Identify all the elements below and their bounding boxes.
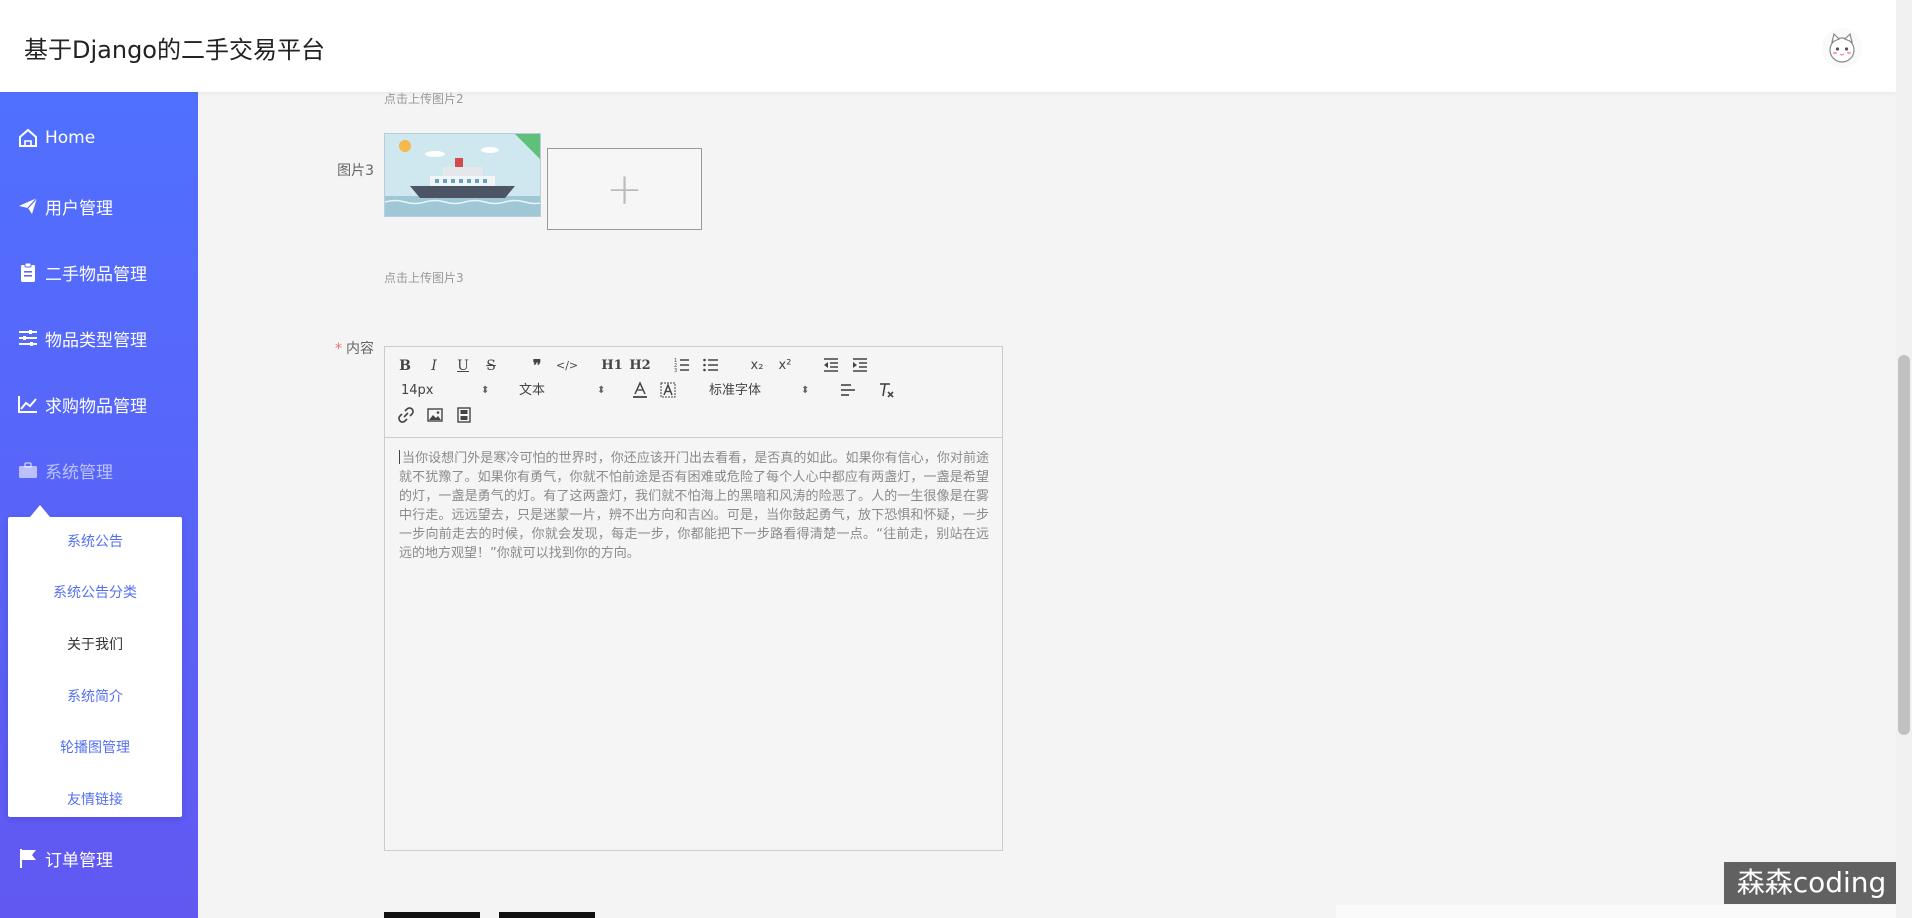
briefcase-icon <box>17 459 39 481</box>
sidebar-item-label: 物品类型管理 <box>45 330 147 351</box>
outdent-button[interactable] <box>822 356 840 376</box>
font-family-value: 标准字体 <box>709 383 762 398</box>
sidebar-item-users[interactable]: 用户管理 <box>0 173 198 239</box>
svg-text:3: 3 <box>674 368 677 374</box>
background-color-icon <box>660 382 676 398</box>
editor-content-text: 当你设想门外是寒冷可怕的世界时，你还应该开门出去看看，是否真的如此。如果你有信心… <box>399 451 989 561</box>
submenu-item-about[interactable]: 关于我们 <box>8 625 182 665</box>
content-label: * 内容 <box>320 338 374 358</box>
font-color-icon <box>633 381 647 398</box>
font-size-value: 14px <box>401 383 434 398</box>
sidebar-item-wanted[interactable]: 求购物品管理 <box>0 371 198 437</box>
plus-icon: + <box>606 163 643 215</box>
content-label-text: 内容 <box>346 341 374 357</box>
italic-button[interactable]: I <box>426 356 442 376</box>
required-mark: * <box>335 341 342 357</box>
select-arrows-icon: ⬍ <box>481 385 490 396</box>
blockquote-button[interactable]: ❞ <box>528 356 546 376</box>
chart-line-icon <box>17 393 39 415</box>
submenu-item-links[interactable]: 友情链接 <box>8 780 182 820</box>
underline-button[interactable]: U <box>455 356 471 376</box>
sidebar-item-label: 系统管理 <box>45 462 113 483</box>
avatar[interactable] <box>1822 28 1862 68</box>
subscript-button[interactable]: x₂ <box>747 356 767 376</box>
link-button[interactable] <box>397 406 415 426</box>
sidebar-item-goods[interactable]: 二手物品管理 <box>0 239 198 305</box>
clear-format-button[interactable] <box>877 381 895 401</box>
header-value: 文本 <box>519 383 546 398</box>
indent-icon <box>853 358 867 372</box>
align-button[interactable] <box>839 381 857 401</box>
sidebar-item-types[interactable]: 物品类型管理 <box>0 305 198 371</box>
image3-thumbnail[interactable] <box>384 133 541 217</box>
image3-label: 图片3 <box>337 163 374 179</box>
outdent-icon <box>824 358 838 372</box>
rich-text-editor: B I U S ❞ </> H1 H2 123 x₂ x² 14px ⬍ 文本 … <box>384 346 1003 851</box>
submenu-item-notice-category[interactable]: 系统公告分类 <box>8 573 182 613</box>
font-size-select[interactable]: 14px ⬍ <box>401 381 491 401</box>
ship-image-icon <box>385 134 540 216</box>
sidebar-item-home[interactable]: Home <box>0 105 198 171</box>
video-icon <box>457 407 471 423</box>
align-left-icon <box>841 384 855 396</box>
clear-format-icon <box>880 383 894 398</box>
select-arrows-icon: ⬍ <box>801 385 810 396</box>
h1-button[interactable]: H1 <box>601 356 623 376</box>
superscript-button[interactable]: x² <box>775 356 795 376</box>
code-button[interactable]: </> <box>556 356 578 376</box>
sidebar-item-label: 求购物品管理 <box>45 396 147 417</box>
editor-toolbar: B I U S ❞ </> H1 H2 123 x₂ x² 14px ⬍ 文本 … <box>385 347 1002 438</box>
video-button[interactable] <box>455 406 473 426</box>
scrollbar-thumb[interactable] <box>1898 355 1910 735</box>
ordered-list-icon: 123 <box>674 358 689 374</box>
select-arrows-icon: ⬍ <box>597 385 606 396</box>
editor-content[interactable]: 当你设想门外是寒冷可怕的世界时，你还应该开门出去看看，是否真的如此。如果你有信心… <box>399 449 989 563</box>
upload-hint-image2: 点击上传图片2 <box>384 92 464 106</box>
sidebar-item-orders[interactable]: 订单管理 <box>0 825 198 891</box>
cat-avatar-icon <box>1829 32 1855 63</box>
sliders-icon <box>17 327 39 349</box>
font-family-select[interactable]: 标准字体 ⬍ <box>709 381 809 401</box>
link-icon <box>398 407 414 423</box>
submenu-item-notice[interactable]: 系统公告 <box>8 522 182 562</box>
app-title: 基于Django的二手交易平台 <box>24 36 325 64</box>
header-select[interactable]: 文本 ⬍ <box>519 381 609 401</box>
text-caret <box>399 450 400 464</box>
sidebar-item-label: 订单管理 <box>45 850 113 871</box>
home-icon <box>17 127 39 149</box>
submenu-item-intro[interactable]: 系统简介 <box>8 677 182 717</box>
image-icon <box>427 408 443 422</box>
cancel-button[interactable] <box>499 912 595 918</box>
bullet-list-icon <box>703 358 718 372</box>
flag-icon <box>17 847 39 869</box>
strike-button[interactable]: S <box>483 356 499 376</box>
h2-button[interactable]: H2 <box>629 356 651 376</box>
submenu-item-carousel[interactable]: 轮播图管理 <box>8 728 182 768</box>
sidebar-item-system[interactable]: 系统管理 <box>0 437 198 503</box>
bullet-list-button[interactable] <box>702 356 720 376</box>
bold-button[interactable]: B <box>397 356 413 376</box>
watermark: 森森coding <box>1724 862 1899 904</box>
image3-upload-button[interactable]: + <box>547 148 702 230</box>
submit-button[interactable] <box>384 912 480 918</box>
sidebar-item-label: Home <box>45 128 96 148</box>
ordered-list-button[interactable]: 123 <box>673 356 691 376</box>
indent-button[interactable] <box>851 356 869 376</box>
background-color-button[interactable] <box>659 381 677 401</box>
upload-hint-image3: 点击上传图片3 <box>384 271 464 285</box>
sidebar-item-label: 二手物品管理 <box>45 264 147 285</box>
clipboard-icon <box>17 261 39 283</box>
bottom-overlay-strip <box>1336 905 1896 918</box>
image-button[interactable] <box>426 406 444 426</box>
paper-plane-icon <box>17 195 39 217</box>
sidebar-item-label: 用户管理 <box>45 198 113 219</box>
top-header: 基于Django的二手交易平台 <box>0 0 1896 92</box>
font-color-button[interactable] <box>631 381 649 401</box>
page-scrollbar[interactable] <box>1896 0 1912 918</box>
system-submenu: 系统公告 系统公告分类 关于我们 系统简介 轮播图管理 友情链接 <box>8 505 182 820</box>
